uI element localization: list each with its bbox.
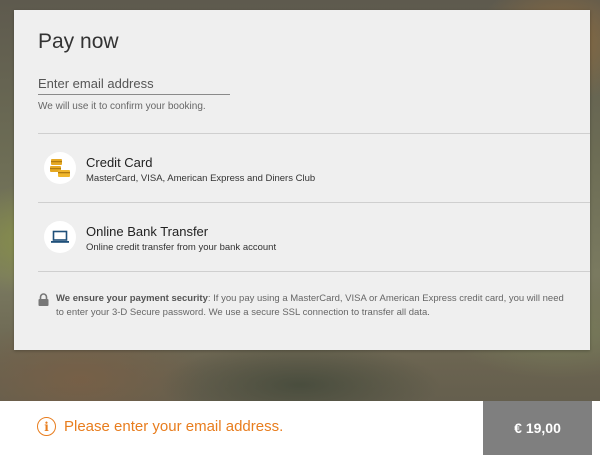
payment-option-subtitle: MasterCard, VISA, American Express and D…: [86, 173, 316, 184]
payment-option-title: Credit Card: [86, 155, 153, 170]
divider: [38, 271, 590, 272]
credit-cards-icon: [44, 152, 76, 184]
price-pay-button[interactable]: € 19,00: [483, 401, 592, 455]
payment-option-bank-transfer[interactable]: Online Bank Transfer Online credit trans…: [38, 203, 590, 271]
email-helper-text: We will use it to confirm your booking.: [38, 101, 206, 112]
email-field[interactable]: [38, 72, 230, 95]
payment-option-title: Online Bank Transfer: [86, 224, 209, 239]
security-notice: We ensure your payment security: If you …: [38, 292, 568, 320]
payment-option-subtitle: Online credit transfer from your bank ac…: [86, 242, 277, 253]
laptop-icon: [44, 221, 76, 253]
page-title: Pay now: [38, 30, 119, 53]
security-notice-title: We ensure your payment security: [56, 293, 208, 304]
lock-icon: [38, 293, 49, 311]
checkout-footer: i Please enter your email address. € 19,…: [0, 401, 600, 458]
info-icon: i: [37, 417, 56, 436]
payment-option-credit-card[interactable]: Credit Card MasterCard, VISA, American E…: [38, 134, 590, 202]
validation-message: Please enter your email address.: [64, 418, 284, 435]
payment-card: Pay now We will use it to confirm your b…: [14, 10, 590, 350]
